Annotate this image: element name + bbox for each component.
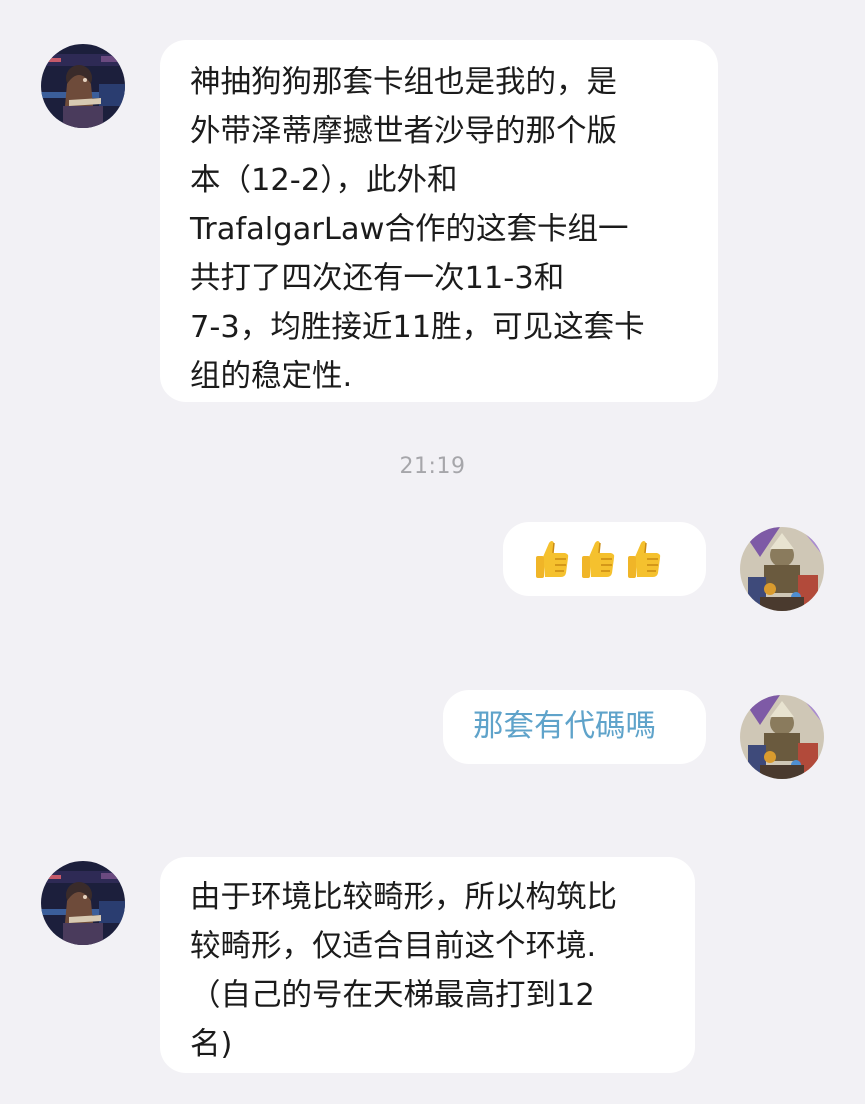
timestamp: 21:19 [399, 454, 466, 479]
self-avatar[interactable] [740, 695, 824, 779]
message-line: 组的稳定性. [190, 359, 353, 394]
emoji-row [533, 522, 706, 596]
message-line: 本（12-2），此外和 [190, 163, 458, 198]
message-line: 名) [190, 1027, 233, 1062]
message-bubble-outgoing[interactable]: 那套有代碼嗎 [443, 690, 706, 764]
message-line: 较畸形，仅适合目前这个环境. [190, 929, 597, 964]
thumbs-up-icon [582, 541, 615, 578]
message-line: 神抽狗狗那套卡组也是我的，是 [190, 65, 617, 100]
message-bubble-outgoing[interactable] [503, 522, 706, 596]
message-text: 神抽狗狗那套卡组也是我的，是 外带泽蒂摩撼世者沙导的那个版 本（12-2），此外… [190, 58, 718, 401]
self-avatar[interactable] [740, 527, 824, 611]
thumbs-up-icon [536, 541, 569, 578]
message-line: （自己的号在天梯最高打到12 [190, 978, 595, 1013]
contact-avatar[interactable] [41, 44, 125, 128]
avatar-image [740, 527, 824, 611]
message-line: 外带泽蒂摩撼世者沙导的那个版 [190, 114, 617, 149]
avatar-image [41, 44, 125, 128]
message-line: TrafalgarLaw合作的这套卡组一 [190, 212, 629, 247]
message-bubble-incoming[interactable]: 由于环境比较畸形，所以构筑比 较畸形，仅适合目前这个环境. （自己的号在天梯最高… [160, 857, 695, 1073]
avatar-image [740, 695, 824, 779]
message-line: 由于环境比较畸形，所以构筑比 [190, 880, 617, 915]
message-text: 那套有代碼嗎 [473, 709, 656, 744]
contact-avatar[interactable] [41, 861, 125, 945]
thumbs-up-icon [628, 541, 661, 578]
message-line: 7-3，均胜接近11胜，可见这套卡 [190, 310, 645, 345]
avatar-image [41, 861, 125, 945]
message-bubble-incoming[interactable]: 神抽狗狗那套卡组也是我的，是 外带泽蒂摩撼世者沙导的那个版 本（12-2），此外… [160, 40, 718, 402]
message-line: 共打了四次还有一次11-3和 [190, 261, 565, 296]
message-text: 由于环境比较畸形，所以构筑比 较畸形，仅适合目前这个环境. （自己的号在天梯最高… [190, 873, 695, 1069]
